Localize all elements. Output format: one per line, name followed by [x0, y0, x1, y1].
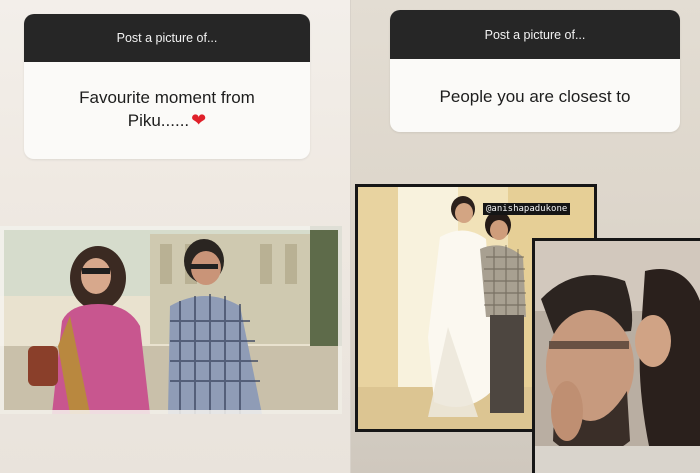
piku-movie-still — [0, 226, 342, 414]
question-sticker: Post a picture of... People you are clos… — [390, 10, 680, 132]
question-text: Favourite moment from Piku...... ❤ — [24, 62, 310, 132]
mention-tag[interactable]: @anishapadukone — [483, 203, 571, 215]
story-right: Post a picture of... People you are clos… — [351, 0, 700, 473]
question-header: Post a picture of... — [24, 14, 310, 62]
question-header: Post a picture of... — [390, 10, 680, 59]
question-text-line1: Favourite moment from — [79, 88, 255, 107]
question-sticker: Post a picture of... Favourite moment fr… — [24, 14, 310, 159]
story-left: Post a picture of... Favourite moment fr… — [0, 0, 350, 473]
question-text-line2: Piku...... — [127, 111, 190, 130]
couple-photo — [535, 241, 700, 473]
question-text: People you are closest to — [439, 87, 631, 106]
heart-icon: ❤ — [191, 110, 207, 130]
